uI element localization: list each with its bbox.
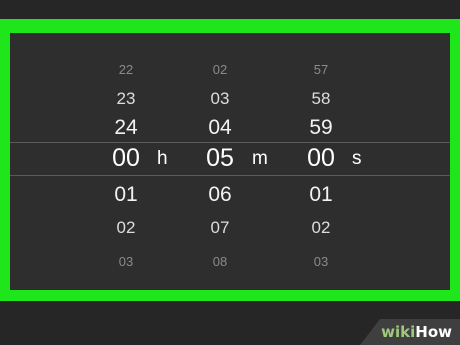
second-selected-value[interactable]: 00 (291, 146, 351, 171)
hour-value[interactable]: 24 (96, 117, 156, 138)
minute-value[interactable]: 02 (190, 63, 250, 76)
second-value[interactable]: 58 (291, 90, 351, 107)
hour-value[interactable]: 02 (96, 219, 156, 236)
minute-value[interactable]: 08 (190, 255, 250, 268)
minute-value[interactable]: 07 (190, 219, 250, 236)
hour-value[interactable]: 01 (96, 184, 156, 205)
hour-value[interactable]: 23 (96, 90, 156, 107)
minutes-wheel[interactable]: 02 03 04 05 06 07 08 (190, 33, 250, 290)
second-value[interactable]: 59 (291, 117, 351, 138)
hour-value[interactable]: 03 (96, 255, 156, 268)
watermark-logo: wikiHow (381, 325, 452, 340)
second-value[interactable]: 01 (291, 184, 351, 205)
minutes-unit-label: m (252, 148, 268, 169)
hours-unit-label: h (157, 148, 168, 169)
minute-value[interactable]: 04 (190, 117, 250, 138)
minute-value[interactable]: 06 (190, 184, 250, 205)
second-value[interactable]: 03 (291, 255, 351, 268)
hour-selected-value[interactable]: 00 (96, 146, 156, 171)
hour-value[interactable]: 22 (96, 63, 156, 76)
seconds-wheel[interactable]: 57 58 59 00 01 02 03 (291, 33, 351, 290)
minute-value[interactable]: 03 (190, 90, 250, 107)
second-value[interactable]: 57 (291, 63, 351, 76)
second-value[interactable]: 02 (291, 219, 351, 236)
watermark-part1: wiki (381, 323, 416, 341)
watermark-part2: How (415, 323, 452, 341)
seconds-unit-label: s (352, 148, 362, 169)
hours-wheel[interactable]: 22 23 24 00 01 02 03 (96, 33, 156, 290)
minute-selected-value[interactable]: 05 (190, 146, 250, 171)
